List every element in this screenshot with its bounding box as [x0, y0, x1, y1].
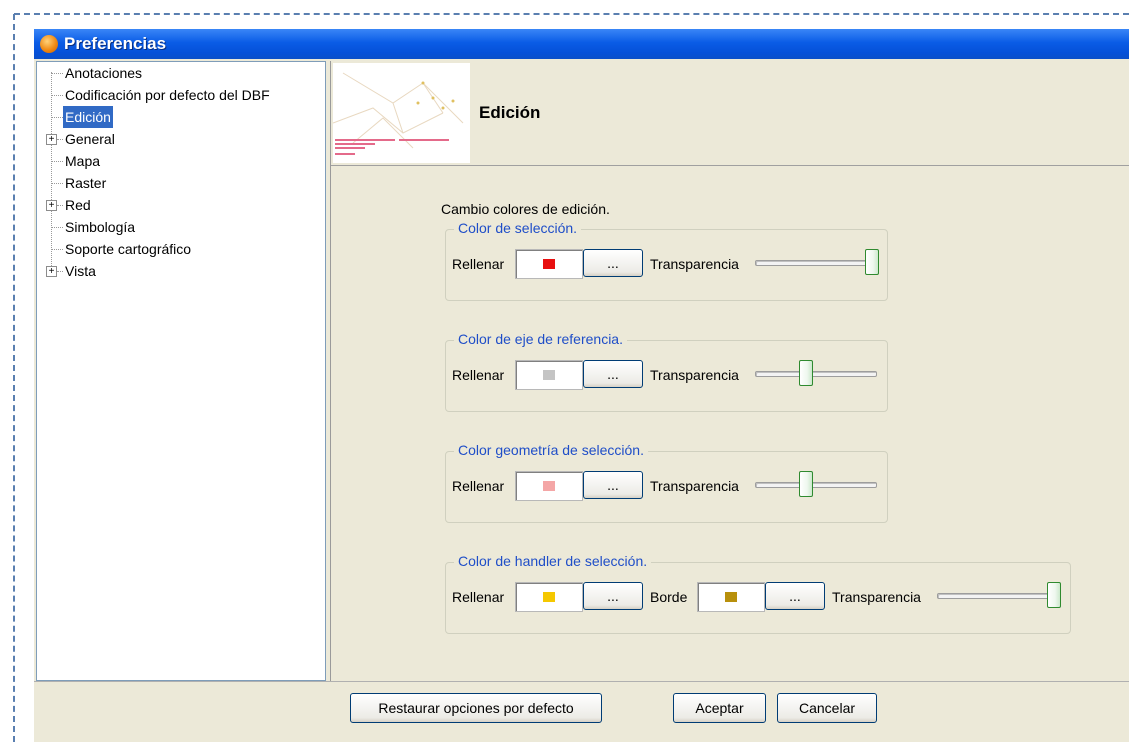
fill-label: Rellenar [452, 256, 505, 272]
fill-color-swatch[interactable] [515, 471, 583, 501]
tree-item-label: Vista [65, 263, 96, 279]
tree-connector [52, 73, 63, 74]
panel-title: Edición [479, 103, 541, 122]
window-title: Preferencias [64, 34, 167, 53]
group-legend: Color de selección. [454, 220, 582, 236]
tree-guide-line [51, 72, 52, 272]
dashed-frame-top [14, 13, 1129, 15]
slider-thumb[interactable] [799, 360, 813, 386]
group-legend: Color de eje de referencia. [454, 331, 627, 347]
slider-thumb[interactable] [799, 471, 813, 497]
panel-header: Edición [331, 61, 1129, 166]
app-icon [40, 35, 58, 53]
tree-item-label: Simbología [65, 219, 136, 235]
slider-track [755, 371, 877, 377]
tree-connector [52, 161, 63, 162]
group-handler-selection-color: Color de handler de selección. Rellenar … [445, 553, 1071, 634]
expand-icon[interactable]: + [46, 266, 57, 277]
dialog-footer: Restaurar opciones por defecto Aceptar C… [34, 681, 1129, 742]
choose-fill-color-button[interactable]: ... [583, 360, 643, 388]
choose-fill-color-button[interactable]: ... [583, 582, 643, 610]
color-swatch [543, 370, 555, 380]
preferences-window: Preferencias Anotaciones Codificación po… [34, 29, 1129, 742]
choose-fill-color-button[interactable]: ... [583, 471, 643, 499]
border-label: Borde [650, 589, 688, 605]
tree-connector [52, 117, 63, 118]
fill-color-swatch[interactable] [515, 360, 583, 390]
transparency-label: Transparencia [832, 589, 921, 605]
transparency-slider[interactable] [755, 469, 877, 499]
slider-thumb[interactable] [865, 249, 879, 275]
fill-label: Rellenar [452, 478, 505, 494]
tree-item-label: Anotaciones [65, 65, 143, 81]
preferences-tree[interactable]: Anotaciones Codificación por defecto del… [36, 61, 326, 681]
expand-icon[interactable]: + [46, 134, 57, 145]
tree-connector [57, 139, 63, 140]
transparency-slider[interactable] [937, 580, 1061, 610]
tree-item-label: Red [65, 197, 91, 213]
group-legend: Color geometría de selección. [454, 442, 648, 458]
tree-item-label: Codificación por defecto del DBF [65, 87, 270, 103]
transparency-label: Transparencia [650, 367, 739, 383]
preferences-panel: Edición Cambio colores de edición. Color… [330, 61, 1129, 681]
transparency-label: Transparencia [650, 256, 739, 272]
slider-track [755, 482, 877, 488]
tree-connector [52, 183, 63, 184]
color-swatch [543, 259, 555, 269]
tree-item-label: Raster [65, 175, 107, 191]
restore-defaults-button[interactable]: Restaurar opciones por defecto [350, 693, 602, 723]
color-swatch [725, 592, 737, 602]
tree-connector [52, 249, 63, 250]
group-geometry-selection-color: Color geometría de selección. Rellenar .… [445, 442, 888, 523]
choose-border-color-button[interactable]: ... [765, 582, 825, 610]
tree-connector [57, 271, 63, 272]
color-swatch [543, 481, 555, 491]
section-title: Cambio colores de edición. [441, 201, 610, 217]
color-swatch [543, 592, 555, 602]
tree-item-label: Soporte cartográfico [65, 241, 192, 257]
expand-icon[interactable]: + [46, 200, 57, 211]
transparency-slider[interactable] [755, 247, 879, 277]
border-color-swatch[interactable] [697, 582, 765, 612]
tree-connector [57, 205, 63, 206]
choose-fill-color-button[interactable]: ... [583, 249, 643, 277]
group-legend: Color de handler de selección. [454, 553, 652, 569]
slider-track [937, 593, 1059, 599]
tree-connector [52, 227, 63, 228]
slider-thumb[interactable] [1047, 582, 1061, 608]
fill-label: Rellenar [452, 589, 505, 605]
cancel-button[interactable]: Cancelar [777, 693, 877, 723]
transparency-label: Transparencia [650, 478, 739, 494]
fill-color-swatch[interactable] [515, 582, 583, 612]
dashed-frame-left [13, 14, 15, 742]
tree-connector [52, 95, 63, 96]
fill-label: Rellenar [452, 367, 505, 383]
accept-button[interactable]: Aceptar [673, 693, 766, 723]
slider-track [755, 260, 877, 266]
fill-color-swatch[interactable] [515, 249, 583, 279]
group-selection-color: Color de selección. Rellenar ... Transpa… [445, 220, 888, 301]
tree-item-label: General [65, 131, 115, 147]
tree-item-label: Mapa [65, 153, 101, 169]
transparency-slider[interactable] [755, 358, 877, 388]
title-bar[interactable]: Preferencias [34, 29, 1129, 59]
group-reference-axis-color: Color de eje de referencia. Rellenar ...… [445, 331, 888, 412]
map-thumbnail-image [332, 63, 470, 163]
tree-item-label-selected: Edición [63, 106, 113, 128]
